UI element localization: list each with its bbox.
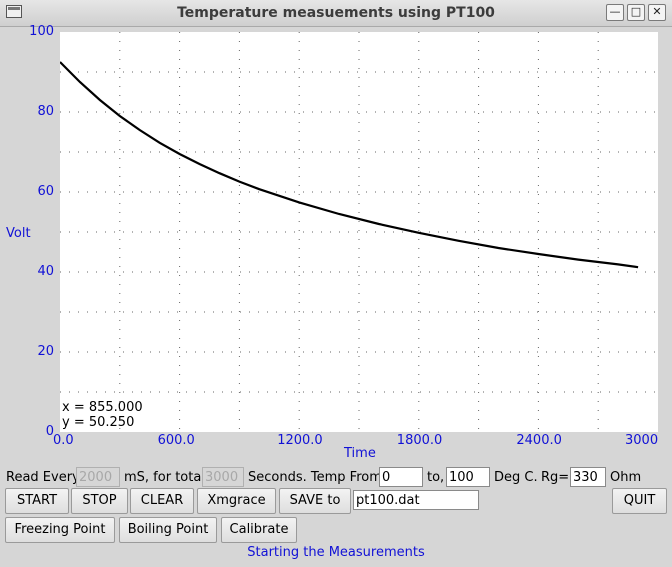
total-seconds-input[interactable] (202, 467, 244, 487)
x-tick-label: 0.0 (53, 433, 74, 448)
window-title: Temperature measuements using PT100 (177, 5, 495, 21)
minimize-button[interactable]: — (606, 4, 624, 21)
x-tick-label: 600.0 (157, 433, 195, 448)
rg-label: Rg= (541, 470, 570, 485)
read-every-label: Read Every (6, 470, 80, 485)
temp-to-input[interactable] (446, 467, 490, 487)
y-tick-label: 60 (37, 184, 54, 199)
freezing-point-button[interactable]: Freezing Point (5, 517, 115, 543)
y-tick-label: 20 (37, 344, 54, 359)
y-axis-title: Volt (6, 226, 31, 241)
cursor-y-readout: y = 50.250 (62, 415, 135, 430)
read-every-input[interactable] (76, 467, 120, 487)
save-filename-input[interactable] (353, 490, 479, 510)
calibrate-button[interactable]: Calibrate (221, 517, 297, 543)
x-tick-label: 2400.0 (516, 433, 562, 448)
maximize-button[interactable]: □ (627, 4, 645, 21)
plot-background (60, 32, 658, 432)
cursor-x-readout: x = 855.000 (62, 400, 143, 415)
stop-button[interactable]: STOP (71, 488, 128, 514)
x-axis-title: Time (344, 446, 376, 461)
ohm-label: Ohm (610, 470, 642, 485)
quit-button[interactable]: QUIT (612, 488, 667, 514)
title-bar: Temperature measuements using PT100 — □ … (0, 0, 672, 27)
start-button[interactable]: START (5, 488, 69, 514)
save-to-button[interactable]: SAVE to (279, 488, 351, 514)
plot-area[interactable] (60, 32, 658, 432)
rg-input[interactable] (570, 467, 606, 487)
status-message: Starting the Measurements (247, 545, 425, 560)
temp-to-label: to, (427, 470, 445, 485)
close-button[interactable]: ✕ (648, 4, 666, 21)
y-tick-label: 0 (45, 424, 54, 439)
deg-c-label: Deg C. (494, 470, 538, 485)
x-tick-label: 1200.0 (277, 433, 323, 448)
ms-total-label: mS, for total (124, 470, 205, 485)
xmgrace-button[interactable]: Xmgrace (197, 488, 276, 514)
temp-from-input[interactable] (379, 467, 423, 487)
clear-button[interactable]: CLEAR (130, 488, 194, 514)
y-tick-label: 100 (29, 24, 54, 39)
boiling-point-button[interactable]: Boiling Point (119, 517, 217, 543)
y-tick-label: 80 (37, 104, 54, 119)
seconds-temp-from-label: Seconds. Temp From (248, 470, 382, 485)
x-tick-label: 1800.0 (396, 433, 443, 448)
x-tick-label: 3000 (625, 433, 659, 448)
y-tick-label: 40 (37, 264, 54, 279)
